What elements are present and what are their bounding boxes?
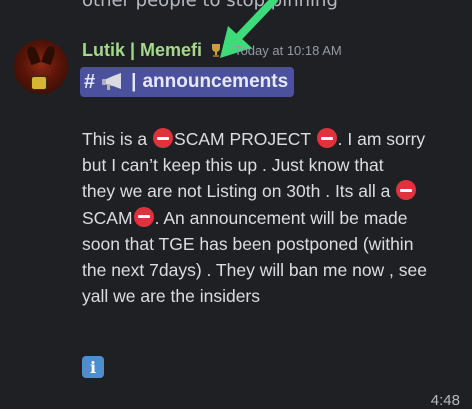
footer-time: 4:48 [430, 392, 460, 409]
information-icon[interactable]: i [82, 356, 104, 378]
no-entry-icon [153, 128, 174, 148]
channel-name: announcements [142, 71, 289, 92]
text-span: the next 7days) . They will ban me now ,… [82, 259, 427, 280]
channel-mention[interactable]: # | announcements [80, 67, 295, 97]
message-line: This is a SCAM PROJECT . I am sorry [82, 126, 462, 152]
trophy-icon[interactable] [208, 42, 224, 58]
text-span: SCAM [82, 207, 133, 228]
channel-hash: # [84, 70, 96, 93]
text-span: they we are not Listing on 30th . Its al… [82, 181, 396, 202]
message-header: Lutik | Memefi Today at 10:18 AM [82, 38, 342, 62]
avatar-badge [31, 76, 47, 90]
message-line: but I can’t keep this up . Just know tha… [82, 152, 462, 178]
text-span: yall we are the insiders [82, 286, 260, 307]
avatar[interactable] [14, 40, 68, 94]
no-entry-icon [133, 206, 154, 227]
no-entry-icon [396, 180, 417, 201]
text-span: SCAM PROJECT [174, 129, 316, 149]
text-span: . An announcement will be made [154, 207, 408, 228]
previous-message-text: other people to stop pinning [82, 0, 338, 11]
text-span: . I am sorry [337, 129, 426, 149]
text-span: soon that TGE has been postponed (within [82, 233, 414, 254]
message-line: SCAM . An announcement will be made [82, 205, 462, 231]
message-line: they we are not Listing on 30th . Its al… [82, 178, 462, 204]
message-line: the next 7days) . They will ban me now ,… [82, 257, 462, 283]
text-span: This is a [82, 129, 153, 149]
avatar-horn [41, 44, 57, 66]
username[interactable]: Lutik | Memefi [82, 40, 202, 61]
message-line: soon that TGE has been postponed (within [82, 231, 462, 257]
channel-separator: | [131, 71, 137, 92]
avatar-horn [25, 44, 41, 66]
message-body: This is a SCAM PROJECT . I am sorry but … [82, 126, 462, 309]
message-line: yall we are the insiders [82, 283, 462, 309]
text-span: but I can’t keep this up . Just know tha… [82, 155, 384, 176]
timestamp: Today at 10:18 AM [234, 42, 342, 58]
no-entry-icon [316, 128, 337, 148]
megaphone-icon [102, 73, 122, 90]
